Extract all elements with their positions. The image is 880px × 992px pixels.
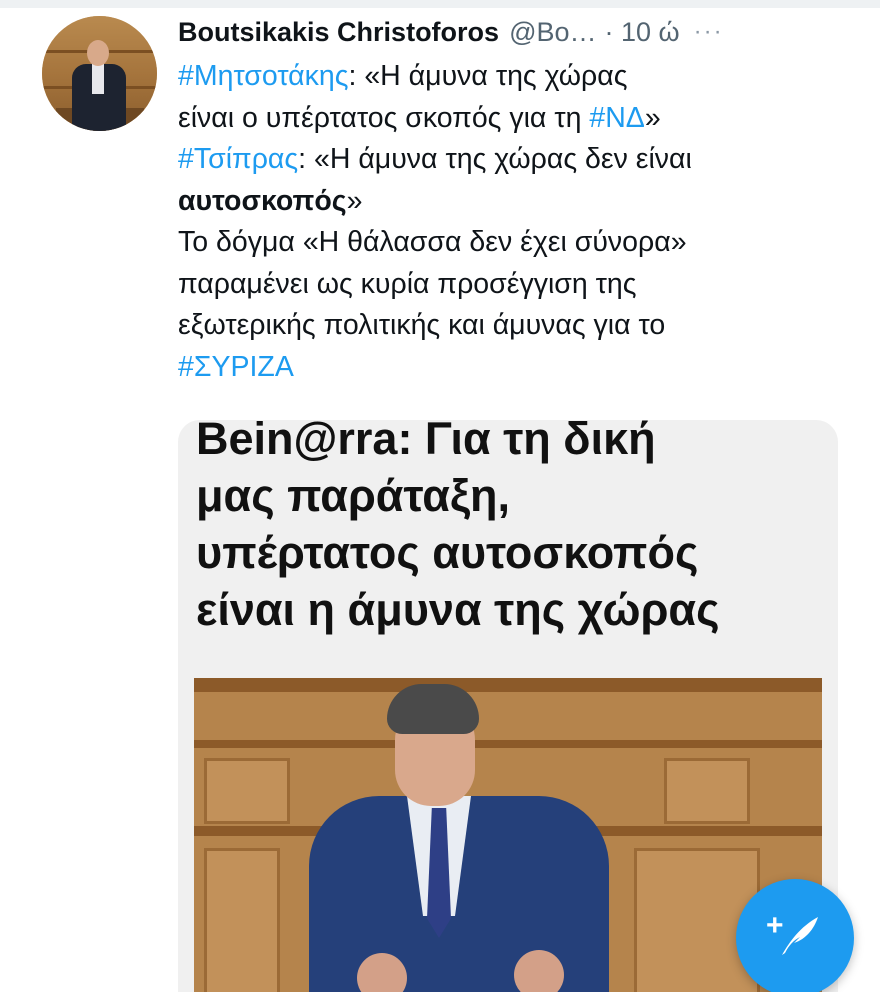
text-line: παραμένει ως κυρία προσέγγιση της	[178, 267, 637, 300]
tweet-header: Boutsikakis Christoforos @Bo… · 10 ώ ···	[178, 12, 860, 52]
hashtag-link[interactable]: #Μητσοτάκης	[178, 60, 349, 92]
author-handle[interactable]: @Bo…	[509, 17, 596, 48]
top-strip	[0, 0, 880, 8]
hashtag-link[interactable]: #ΝΔ	[589, 102, 644, 134]
text-line: »	[346, 184, 363, 217]
card-headline: Bein@rra: Για τη δική μας παράταξη, υπέρ…	[196, 420, 836, 638]
text-line: είναι ο υπέρτατος σκοπός για τη	[178, 101, 590, 134]
hashtag-link[interactable]: #ΣΥΡΙΖΑ	[178, 351, 294, 383]
avatar[interactable]	[42, 16, 157, 131]
author-name[interactable]: Boutsikakis Christoforos	[178, 17, 499, 48]
headline-line: είναι η άμυνα της χώρας	[196, 584, 720, 635]
bold-text: αυτοσκοπός	[178, 184, 347, 217]
text-line: Το δόγμα «Η θάλασσα δεν έχει σύνορα»	[178, 226, 687, 258]
text-line: εξωτερικής πολιτικής και άμυνας για το	[178, 309, 666, 341]
hashtag-link[interactable]: #Τσίπρας	[178, 143, 298, 175]
speaker-figure	[299, 678, 619, 992]
media-card[interactable]: Bein@rra: Για τη δική μας παράταξη, υπέρ…	[178, 420, 838, 992]
headline-line: Bein@rra: Για τη δική	[196, 420, 656, 464]
card-photo	[194, 678, 822, 992]
text-line: : «Η άμυνα της χώρας δεν είναι	[298, 143, 692, 175]
tweet-time[interactable]: · 10 ώ	[605, 17, 680, 48]
text-line: »	[644, 101, 661, 134]
tweet-text: #Μητσοτάκης: «Η άμυνα της χώρας είναι ο …	[178, 56, 858, 388]
text-line: : «Η άμυνα της χώρας	[348, 60, 628, 92]
tweet-screen: Boutsikakis Christoforos @Bo… · 10 ώ ···…	[0, 0, 880, 992]
headline-line: μας παράταξη,	[196, 470, 510, 521]
compose-tweet-button[interactable]: +	[736, 879, 854, 992]
compose-tweet-icon	[782, 917, 818, 955]
more-horizontal-icon[interactable]: ···	[694, 18, 724, 46]
headline-line: υπέρτατος αυτοσκοπός	[196, 527, 699, 578]
